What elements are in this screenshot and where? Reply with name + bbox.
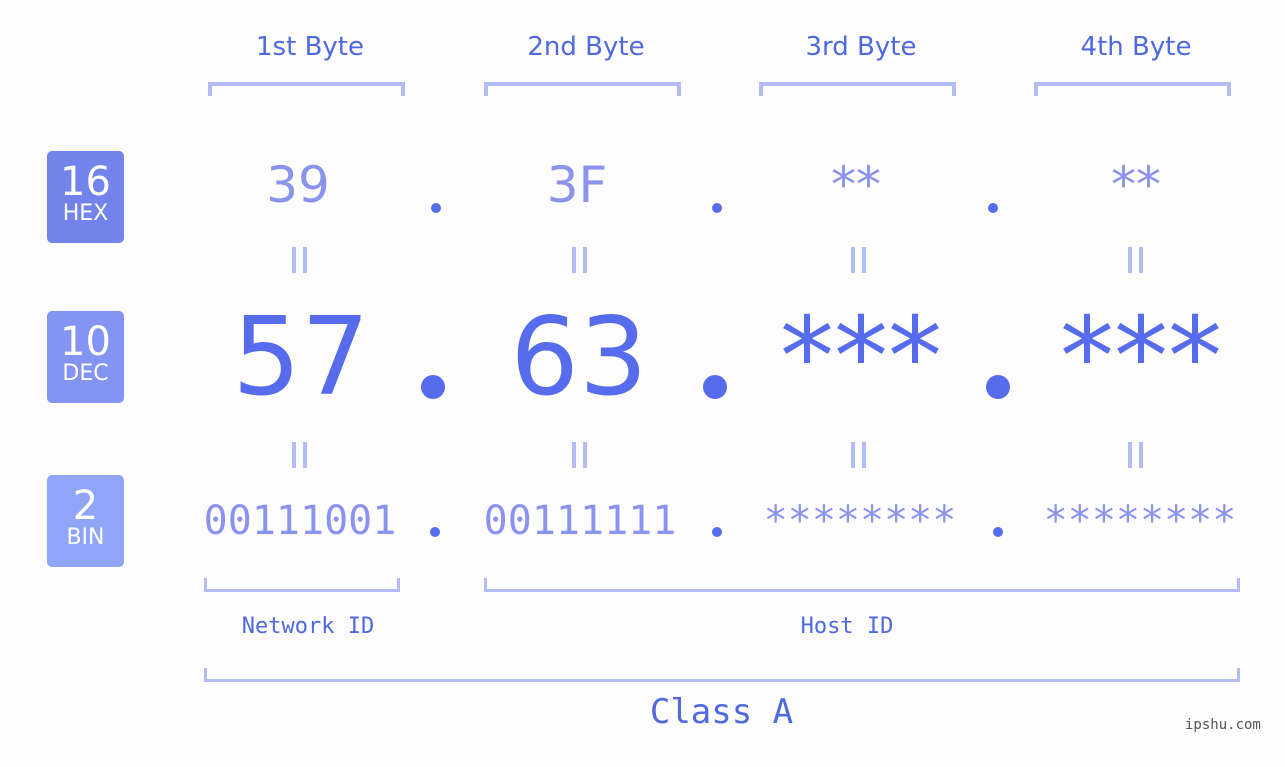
hex-dot-2	[712, 203, 722, 213]
equals-icon	[1128, 247, 1144, 273]
host-id-bracket	[484, 578, 1240, 592]
equals-icon	[292, 247, 308, 273]
watermark: ipshu.com	[1185, 717, 1261, 733]
hex-dot-1	[431, 203, 441, 213]
bin-dot-2	[712, 527, 722, 537]
network-id-label: Network ID	[241, 614, 375, 639]
byte-label-2: 2nd Byte	[527, 32, 645, 62]
bin-dot-3	[993, 527, 1003, 537]
hex-dot-3	[988, 203, 998, 213]
network-id-bracket	[204, 578, 400, 592]
dec-dot-3	[986, 375, 1010, 399]
dec-byte-2: 63	[510, 295, 648, 420]
bin-byte-2: 00111111	[483, 498, 677, 544]
hex-byte-2: 3F	[546, 156, 608, 214]
hex-badge-base: 16	[60, 159, 111, 205]
hex-byte-3: **	[831, 156, 881, 214]
dec-dot-2	[703, 375, 727, 399]
hex-badge-unit: HEX	[62, 201, 109, 226]
hex-badge: 16 HEX	[47, 151, 124, 243]
hex-byte-4: **	[1111, 156, 1161, 214]
byte-label-1: 1st Byte	[256, 32, 364, 62]
dec-badge-unit: DEC	[62, 361, 109, 386]
bin-dot-1	[430, 527, 440, 537]
equals-icon	[851, 442, 867, 468]
byte-bracket-2	[484, 82, 681, 96]
equals-icon	[572, 247, 588, 273]
byte-bracket-3	[759, 82, 956, 96]
bin-byte-1: 00111001	[203, 498, 397, 544]
equals-icon	[292, 442, 308, 468]
host-id-label: Host ID	[800, 614, 894, 639]
bin-badge: 2 BIN	[47, 475, 124, 567]
equals-icon	[851, 247, 867, 273]
hex-byte-1: 39	[266, 156, 330, 214]
equals-icon	[1128, 442, 1144, 468]
byte-bracket-1	[208, 82, 405, 96]
bin-badge-base: 2	[72, 483, 99, 529]
byte-bracket-4	[1034, 82, 1231, 96]
bin-badge-unit: BIN	[66, 525, 105, 550]
dec-badge: 10 DEC	[47, 311, 124, 403]
dec-dot-1	[421, 375, 445, 399]
dec-byte-3: ***	[780, 295, 942, 420]
class-bracket	[204, 668, 1240, 682]
byte-label-4: 4th Byte	[1080, 32, 1192, 62]
equals-icon	[572, 442, 588, 468]
bin-byte-4: ********	[1043, 498, 1237, 544]
dec-byte-1: 57	[232, 295, 370, 420]
class-label: Class A	[649, 692, 794, 732]
dec-badge-base: 10	[60, 319, 111, 365]
dec-byte-4: ***	[1060, 295, 1222, 420]
byte-label-3: 3rd Byte	[805, 32, 917, 62]
bin-byte-3: ********	[763, 498, 957, 544]
